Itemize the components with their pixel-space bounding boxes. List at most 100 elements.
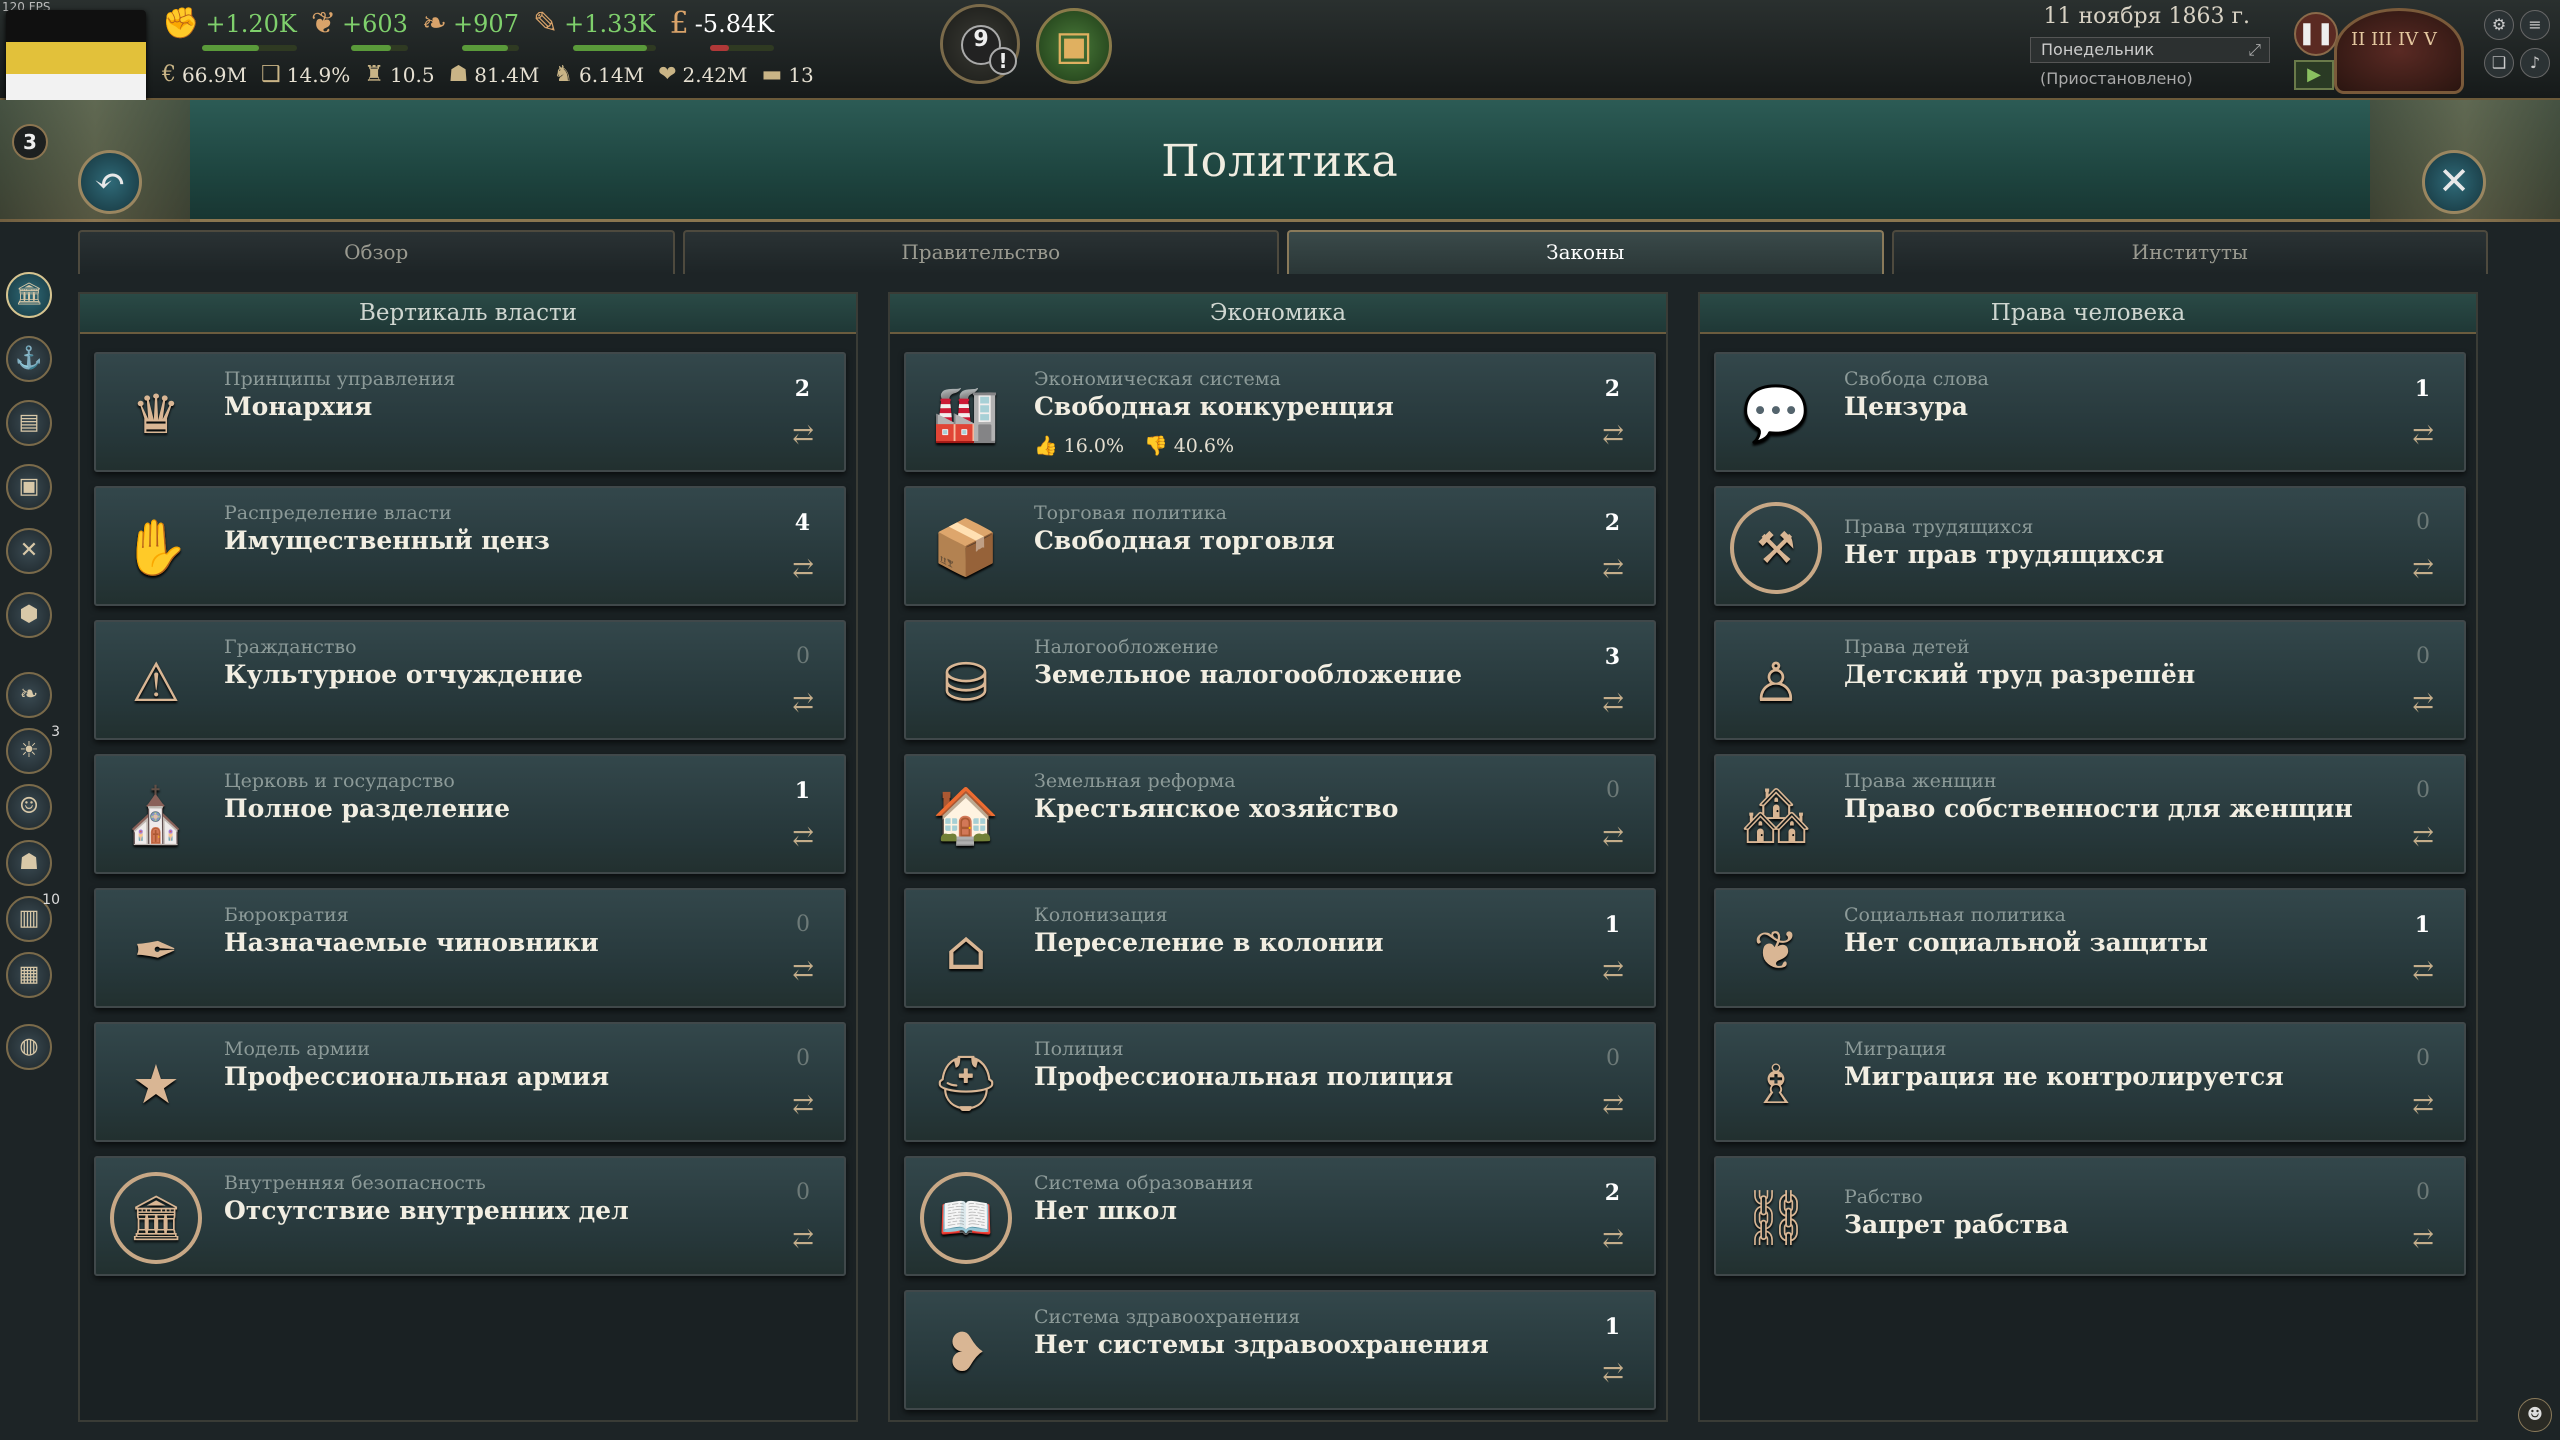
law-name: Переселение в колонии — [1034, 928, 1384, 957]
change-law-icon[interactable]: ⇄ — [1602, 1224, 1624, 1254]
change-law-icon[interactable]: ⇄ — [792, 956, 814, 986]
law-card[interactable]: ⚒ Права трудящихся Нет прав трудящихся 0 ⇄ — [1714, 486, 2466, 606]
navy-stat[interactable]: ▬ 13 — [762, 62, 814, 87]
change-law-icon[interactable]: ⇄ — [2412, 822, 2434, 852]
settings-icon[interactable]: ⚙ — [2484, 10, 2514, 40]
law-card[interactable]: ♗ Миграция Миграция не контролируется 0 ⇄ — [1714, 1022, 2466, 1142]
law-card[interactable]: ★ Модель армии Профессиональная армия 0 ⇄ — [94, 1022, 846, 1142]
country-flag[interactable] — [6, 10, 146, 106]
law-card[interactable]: 📦 Торговая политика Свободная торговля 2 ⇄ — [904, 486, 1656, 606]
change-law-icon[interactable]: ⇄ — [792, 420, 814, 450]
law-card[interactable]: ♛ Принципы управления Монархия 2 ⇄ — [94, 352, 846, 472]
bureaucracy-stat[interactable]: ❧ +907 — [422, 6, 519, 51]
gdp-stat[interactable]: € 66.9M — [162, 62, 247, 87]
law-category: Миграция — [1844, 1038, 1947, 1060]
tab-overview[interactable]: Обзор — [78, 230, 675, 274]
map-icon[interactable]: ◍ — [6, 1024, 52, 1070]
change-law-icon[interactable]: ⇄ — [792, 822, 814, 852]
politics-icon[interactable]: 🏛 — [6, 272, 52, 318]
radicals-stat[interactable]: ❤ 2.42M — [658, 62, 747, 87]
market-icon[interactable]: ▣ — [6, 464, 52, 510]
change-law-icon[interactable]: ⇄ — [2412, 956, 2434, 986]
journal-button[interactable]: 9 ! — [940, 4, 1020, 84]
influence-stat[interactable]: ❦ +603 — [311, 6, 408, 51]
law-card[interactable]: 🏭 Экономическая система Свободная конкурен… — [904, 352, 1656, 472]
music-icon[interactable]: ♪ — [2520, 48, 2550, 78]
population-panel-icon[interactable]: ☗ — [6, 840, 52, 886]
change-law-icon[interactable]: ⇄ — [1602, 688, 1624, 718]
military-icon[interactable]: ✕ — [6, 528, 52, 574]
law-card[interactable]: ♙ Права детей Детский труд разрешён 0 ⇄ — [1714, 620, 2466, 740]
treasure-chest-icon[interactable]: ▣ — [1036, 8, 1112, 84]
dove-icon[interactable]: ❧ — [6, 672, 52, 718]
law-card[interactable]: ⛑ Полиция Профессиональная полиция 0 ⇄ — [904, 1022, 1656, 1142]
law-category: Церковь и государство — [224, 770, 455, 792]
diplomacy-icon[interactable]: ⚓ — [6, 336, 52, 382]
law-card[interactable]: ⚠ Гражданство Культурное отчуждение 0 ⇄ — [94, 620, 846, 740]
change-law-icon[interactable]: ⇄ — [1602, 822, 1624, 852]
treasury-stat[interactable]: £ -5.84K — [670, 6, 775, 51]
outliner-toggle-icon[interactable]: ☻ — [2518, 1398, 2552, 1432]
change-law-icon[interactable]: ⇄ — [2412, 1090, 2434, 1120]
law-card[interactable]: ❦ Социальная политика Нет социальной защит… — [1714, 888, 2466, 1008]
law-card[interactable]: 💬 Свобода слова Цензура 1 ⇄ — [1714, 352, 2466, 472]
buildings-icon[interactable]: ▤ — [6, 400, 52, 446]
outliner-icon[interactable]: ▦ — [6, 952, 52, 998]
law-name: Профессиональная полиция — [1034, 1062, 1454, 1091]
law-card[interactable]: 🏠 Земельная реформа Крестьянское хозяйство… — [904, 754, 1656, 874]
back-button[interactable]: ↶ — [78, 150, 142, 214]
authority-stat[interactable]: ✎ +1.33K — [533, 6, 656, 51]
technology-icon[interactable]: ☀ 3 — [6, 724, 60, 774]
law-card[interactable]: 🏘 Права женщин Право собственности для жен… — [1714, 754, 2466, 874]
law-card[interactable]: ❥ Система здравоохранения Нет системы здра… — [904, 1290, 1656, 1410]
law-name: Культурное отчуждение — [224, 660, 583, 689]
tab-institutions[interactable]: Институты — [1891, 230, 2488, 274]
law-name: Нет социальной защиты — [1844, 928, 2208, 957]
book-icon[interactable]: ❑ — [2484, 48, 2514, 78]
change-law-icon[interactable]: ⇄ — [792, 1090, 814, 1120]
close-button[interactable]: ✕ — [2422, 150, 2486, 214]
change-law-icon[interactable]: ⇄ — [2412, 554, 2434, 584]
change-law-icon[interactable]: ⇄ — [792, 688, 814, 718]
change-law-icon[interactable]: ⇄ — [2412, 420, 2434, 450]
legitimacy-stat[interactable]: ✊ +1.20K — [162, 6, 297, 51]
change-law-icon[interactable]: ⇄ — [1602, 1090, 1624, 1120]
law-card[interactable]: ⛁ Налогообложение Земельное налогообложени… — [904, 620, 1656, 740]
law-name: Крестьянское хозяйство — [1034, 794, 1399, 823]
law-card[interactable]: ⛪ Церковь и государство Полное разделение 1… — [94, 754, 846, 874]
culture-icon[interactable]: ☺ — [6, 784, 52, 830]
human-rights-column: Права человека 💬 Свобода слова Цензура 1 ⇄ ⚒ П… — [1698, 292, 2478, 1422]
homestead-icon: 🏠 — [932, 784, 1000, 847]
population-stat[interactable]: ☗ 81.4M — [449, 62, 540, 87]
change-law-icon[interactable]: ⇄ — [1602, 420, 1624, 450]
change-law-icon[interactable]: ⇄ — [2412, 688, 2434, 718]
trade-icon[interactable]: ▥ 10 — [6, 892, 60, 942]
tab-government[interactable]: Правительство — [682, 230, 1279, 274]
tab-bar: Обзор Правительство Законы Институты — [78, 230, 2488, 274]
menu-icon[interactable]: ≡ — [2520, 10, 2550, 40]
navy-value: 13 — [788, 62, 814, 87]
standard-of-living-stat[interactable]: ♜ 10.5 — [364, 62, 434, 87]
pause-button[interactable]: ❚❚ — [2294, 12, 2338, 56]
army-stat[interactable]: ♞ 6.14M — [553, 62, 644, 87]
change-law-icon[interactable]: ⇄ — [792, 1224, 814, 1254]
change-law-icon[interactable]: ⇄ — [1602, 1358, 1624, 1388]
budget-icon[interactable]: ⬢ — [6, 592, 52, 638]
literacy-stat[interactable]: ❑ 14.9% — [261, 62, 350, 87]
army-icon: ♞ — [553, 62, 574, 87]
change-law-icon[interactable]: ⇄ — [2412, 1224, 2434, 1254]
change-law-icon[interactable]: ⇄ — [792, 554, 814, 584]
law-card[interactable]: ⛓ Рабство Запрет рабства 0 ⇄ — [1714, 1156, 2466, 1276]
law-card[interactable]: 📖 Система образования Нет школ 2 ⇄ — [904, 1156, 1656, 1276]
tab-laws[interactable]: Законы — [1287, 230, 1884, 274]
change-law-icon[interactable]: ⇄ — [1602, 554, 1624, 584]
law-card[interactable]: ✒ Бюрократия Назначаемые чиновники 0 ⇄ — [94, 888, 846, 1008]
change-law-icon[interactable]: ⇄ — [1602, 956, 1624, 986]
law-card[interactable]: ⌂ Колонизация Переселение в колонии 1 ⇄ — [904, 888, 1656, 1008]
law-card[interactable]: ✋ Распределение власти Имущественный ценз 4… — [94, 486, 846, 606]
law-options-count: 2 — [1604, 376, 1620, 402]
play-button[interactable]: ▶ — [2294, 60, 2334, 90]
law-card[interactable]: 🏛 Внутренняя безопасность Отсутствие внутр… — [94, 1156, 846, 1276]
speed-dial[interactable]: II III IV V — [2334, 8, 2464, 94]
weekday-select[interactable]: Понедельник ⤢ — [2030, 37, 2270, 63]
